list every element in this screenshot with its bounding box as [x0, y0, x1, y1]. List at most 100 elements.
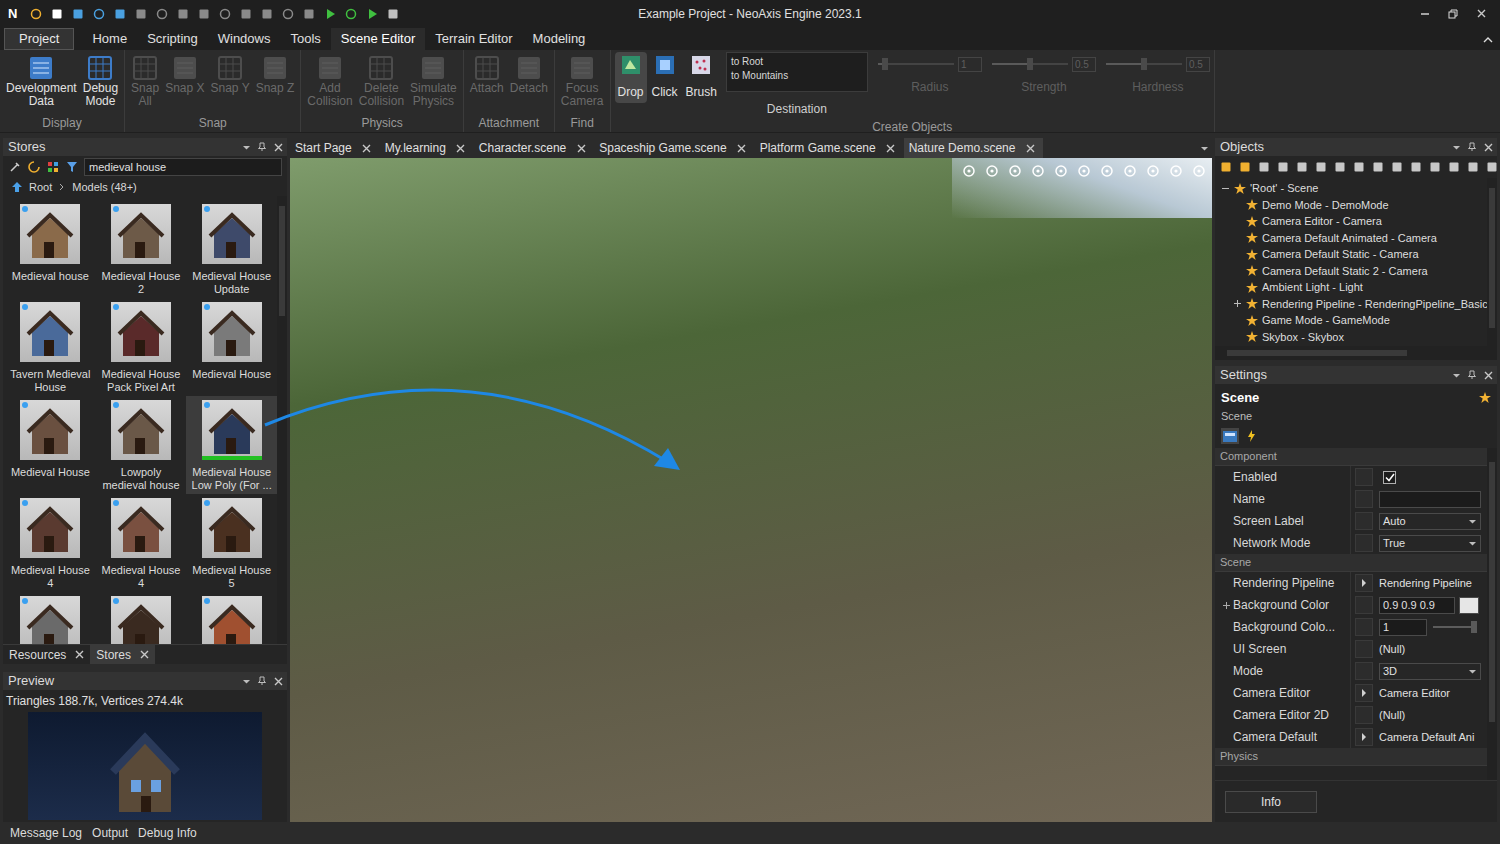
create-mode-button[interactable]: Drop [615, 52, 647, 103]
toolbar-icon[interactable] [1391, 161, 1403, 173]
close-icon[interactable] [1025, 144, 1035, 153]
color-swatch[interactable] [1459, 597, 1479, 614]
ribbon-tab[interactable]: Tools [280, 28, 330, 50]
toolbar-icon[interactable] [1429, 161, 1441, 173]
tab-list-icon[interactable] [1196, 138, 1212, 158]
scrollbar-thumb[interactable] [1227, 350, 1407, 356]
up-arrow-icon[interactable] [11, 181, 23, 193]
viewport-tool-icon[interactable] [1146, 164, 1160, 178]
store-item[interactable] [186, 592, 277, 644]
app-logo[interactable]: N [8, 4, 22, 24]
property-button[interactable] [1355, 728, 1373, 746]
pin-icon[interactable] [1466, 370, 1478, 380]
close-icon[interactable] [737, 144, 747, 153]
close-icon[interactable] [74, 650, 84, 659]
property-button[interactable] [1355, 574, 1373, 592]
store-item[interactable]: Medieval House 4 [96, 494, 187, 592]
property-button[interactable] [1355, 662, 1373, 680]
viewport-tool-icon[interactable] [1100, 164, 1114, 178]
toolbar-icon[interactable] [1467, 161, 1479, 173]
toolbar-icon[interactable] [302, 8, 316, 20]
dropdown[interactable]: Auto [1379, 513, 1481, 530]
pin-icon[interactable] [256, 142, 268, 152]
dropdown-icon[interactable] [1450, 371, 1462, 380]
property-button[interactable] [1355, 596, 1373, 614]
viewport-tool-icon[interactable] [1054, 164, 1068, 178]
tree-node[interactable]: Camera Default Static 2 - Camera [1215, 263, 1487, 280]
viewport-tool-icon[interactable] [1192, 164, 1206, 178]
slider-value[interactable]: 1 [1379, 619, 1427, 636]
document-tab[interactable]: Platform Game.scene [755, 138, 904, 158]
expand-toggle[interactable] [1233, 299, 1242, 308]
reference-value[interactable]: Rendering Pipeline [1379, 575, 1472, 592]
toolbar-icon[interactable] [1448, 161, 1460, 173]
tree-node[interactable]: Game Mode - GameMode [1215, 312, 1487, 329]
document-tab[interactable]: My.learning [380, 138, 474, 158]
property-button[interactable] [1355, 490, 1373, 508]
close-icon[interactable] [576, 144, 586, 153]
ribbon-button[interactable]: Debug Mode [81, 54, 120, 108]
tree-node[interactable]: Demo Mode - DemoMode [1215, 197, 1487, 214]
document-tab[interactable]: Character.scene [474, 138, 594, 158]
dropdown[interactable]: True [1379, 535, 1481, 552]
store-item[interactable] [5, 592, 96, 644]
events-icon[interactable] [1245, 430, 1257, 442]
pin-icon[interactable] [1466, 142, 1478, 152]
slider-thumb[interactable] [1471, 621, 1477, 633]
checkbox[interactable] [1383, 471, 1396, 484]
toolbar-icon[interactable] [386, 8, 400, 20]
dropdown-icon[interactable] [240, 143, 252, 152]
toolbar-icon[interactable] [1296, 161, 1308, 173]
tree-node[interactable]: Camera Editor - Camera [1215, 213, 1487, 230]
document-tab[interactable]: Spaceship Game.scene [594, 138, 754, 158]
store-item[interactable]: Medieval House Update [186, 200, 277, 298]
scrollbar[interactable] [1487, 178, 1497, 346]
scrollbar-thumb[interactable] [279, 206, 285, 316]
color-value[interactable]: 0.9 0.9 0.9 [1379, 597, 1455, 614]
document-tab[interactable]: Nature Demo.scene [904, 138, 1044, 158]
scrollbar[interactable] [1487, 448, 1497, 780]
toolbar-icon[interactable] [365, 8, 379, 20]
toolbar-icon[interactable] [1277, 161, 1289, 173]
info-button[interactable]: Info [1225, 791, 1317, 813]
minimize-icon[interactable] [1418, 9, 1432, 19]
toolbar-icon[interactable] [281, 8, 295, 20]
toolbar-icon[interactable] [323, 8, 337, 20]
reference-value[interactable]: Camera Default Ani [1379, 729, 1474, 746]
viewport-tool-icon[interactable] [1077, 164, 1091, 178]
status-tab[interactable]: Debug Info [138, 824, 197, 842]
close-icon[interactable] [456, 144, 466, 153]
close-icon[interactable] [272, 677, 284, 686]
toolbar-icon[interactable] [344, 8, 358, 20]
toolbar-icon[interactable] [29, 8, 43, 20]
toolbar-icon[interactable] [71, 8, 85, 20]
toolbar-icon[interactable] [239, 8, 253, 20]
store-item[interactable]: Medieval House 4 [5, 494, 96, 592]
property-button[interactable] [1355, 706, 1373, 724]
search-input[interactable] [84, 158, 282, 176]
expand-toggle[interactable] [1221, 184, 1230, 193]
panel-tab[interactable]: Resources [3, 645, 90, 664]
toolbar-icon[interactable] [176, 8, 190, 20]
reference-value[interactable]: Camera Editor [1379, 685, 1450, 702]
ribbon-tab[interactable]: Terrain Editor [425, 28, 522, 50]
viewport-tool-icon[interactable] [1008, 164, 1022, 178]
property-button[interactable] [1355, 640, 1373, 658]
reference-value[interactable]: (Null) [1379, 707, 1405, 724]
toolbar-icon[interactable] [197, 8, 211, 20]
ribbon-tab[interactable]: Scene Editor [331, 28, 425, 50]
toolbar-icon[interactable] [1315, 161, 1327, 173]
toolbar-icon[interactable] [65, 161, 79, 173]
close-icon[interactable] [272, 143, 284, 152]
properties-icon[interactable] [1221, 428, 1239, 444]
toolbar-icon[interactable] [92, 8, 106, 20]
ribbon-tab[interactable]: Scripting [137, 28, 208, 50]
tree-node[interactable]: Camera Default Animated - Camera [1215, 230, 1487, 247]
toolbar-icon[interactable] [1410, 161, 1422, 173]
panel-tab[interactable]: Stores [90, 645, 155, 664]
ribbon-button[interactable]: Development Data [4, 54, 79, 108]
create-mode-button[interactable]: Click [649, 52, 681, 103]
tree-node[interactable]: Ambient Light - Light [1215, 279, 1487, 296]
viewport-tool-icon[interactable] [1031, 164, 1045, 178]
viewport-tool-icon[interactable] [1169, 164, 1183, 178]
